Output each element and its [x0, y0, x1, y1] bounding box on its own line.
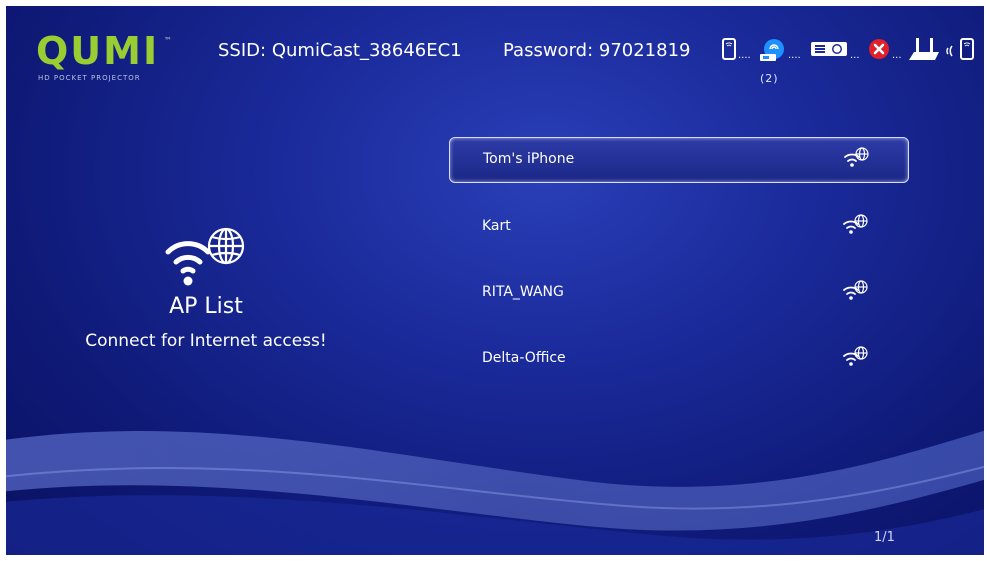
logo-wordmark: QUMI	[36, 29, 160, 73]
connected-count: (2)	[760, 72, 779, 85]
ap-name: Kart	[482, 218, 511, 234]
ssid-label: SSID:	[218, 40, 267, 61]
link-dots: ····	[788, 53, 801, 64]
projector-icon	[811, 42, 847, 56]
phone-icon	[722, 38, 736, 60]
link-dots: ····	[738, 53, 751, 64]
ssid-value: QumiCast_38646EC1	[271, 40, 462, 61]
background-wave	[6, 430, 984, 555]
ap-list-item[interactable]: RITA_WANG	[449, 271, 909, 315]
wifi-globe-icon	[844, 147, 869, 167]
ap-list: Tom's iPhone Kart RITA_WANG Delta-Office	[449, 137, 909, 403]
ap-list-title: AP List	[169, 294, 243, 319]
ap-list-item[interactable]: Tom's iPhone	[449, 137, 909, 183]
phone-icon	[960, 38, 974, 60]
password-label: Password:	[503, 40, 594, 61]
ap-list-item[interactable]: Kart	[449, 205, 909, 249]
password-value: 97021819	[598, 40, 691, 61]
ssid-display: SSID: QumiCast_38646EC1	[218, 40, 462, 61]
ap-list-subtitle: Connect for Internet access!	[85, 331, 327, 351]
link-dots: ···	[892, 53, 902, 64]
link-dots: ···	[850, 53, 860, 64]
disconnected-icon	[869, 39, 889, 59]
password-display: Password: 97021819	[503, 40, 691, 61]
page-indicator: 1/1	[874, 530, 895, 545]
screen: QUMI ™ HD POCKET PROJECTOR SSID: QumiCas…	[6, 6, 984, 555]
logo-tagline: HD POCKET PROJECTOR	[38, 74, 141, 82]
ap-name: Delta-Office	[482, 350, 566, 366]
ap-name: RITA_WANG	[482, 284, 564, 300]
wireless-icon	[946, 45, 953, 57]
wifi-globe-icon	[843, 346, 868, 366]
ap-name: Tom's iPhone	[483, 151, 575, 167]
qumi-logo: QUMI ™ HD POCKET PROJECTOR	[36, 32, 176, 92]
wifi-globe-icon	[843, 214, 868, 234]
ap-list-info-panel: AP List Connect for Internet access!	[46, 226, 366, 351]
trademark-mark: ™	[164, 36, 172, 45]
router-icon	[909, 38, 939, 60]
cast-badge-icon	[760, 39, 784, 61]
ap-list-item[interactable]: Delta-Office	[449, 337, 909, 381]
connection-status-chain: ···· ···· ··· ··· (2)	[722, 36, 984, 88]
wifi-globe-icon	[165, 227, 245, 286]
wifi-globe-icon	[843, 280, 868, 300]
